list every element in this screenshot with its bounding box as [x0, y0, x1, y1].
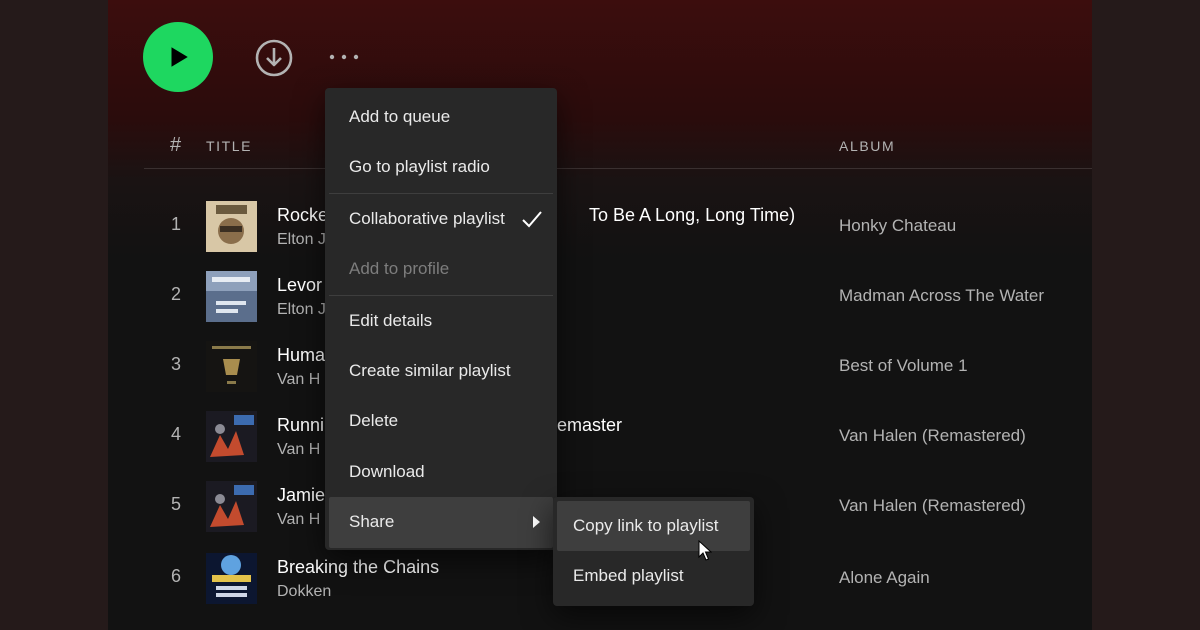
track-artist[interactable]: Van H: [277, 441, 320, 459]
table-row[interactable]: 2 Levor Elton J Madman Across The Water: [144, 262, 1092, 332]
play-button[interactable]: [143, 22, 213, 92]
menu-item-embed-playlist[interactable]: Embed playlist: [557, 551, 750, 601]
menu-item-download[interactable]: Download: [329, 447, 553, 497]
track-title[interactable]: Breaking the Chains: [277, 557, 439, 578]
table-row[interactable]: 3 Huma Van H Best of Volume 1: [144, 332, 1092, 402]
right-backdrop: [1092, 0, 1200, 630]
track-title[interactable]: Jamie: [277, 485, 325, 506]
play-icon: [171, 47, 188, 67]
track-number: 4: [170, 424, 181, 444]
track-album[interactable]: Madman Across The Water: [839, 286, 1044, 306]
download-button[interactable]: [254, 38, 294, 78]
track-title[interactable]: Rocke: [277, 205, 328, 226]
track-title-tail: To Be A Long, Long Time): [589, 205, 796, 225]
menu-item-collaborative-playlist[interactable]: Collaborative playlist: [329, 194, 553, 244]
tracklist-header: # TITLE ALBUM: [144, 134, 1092, 169]
album-art: [206, 481, 257, 532]
menu-item-add-to-queue[interactable]: Add to queue: [329, 92, 553, 142]
track-title[interactable]: Huma: [277, 345, 325, 366]
caret-right-icon: [531, 497, 541, 568]
track-album[interactable]: Alone Again: [839, 568, 930, 588]
album-column-header[interactable]: ALBUM: [839, 138, 895, 154]
menu-item-label: Share: [349, 512, 395, 532]
track-album[interactable]: Best of Volume 1: [839, 356, 968, 376]
track-artist[interactable]: Van H: [277, 511, 320, 529]
album-art: [206, 341, 257, 392]
track-title[interactable]: Runni: [277, 415, 324, 436]
mouse-cursor-icon: [698, 540, 712, 561]
track-number: 2: [170, 284, 181, 304]
menu-item-edit-details[interactable]: Edit details: [329, 296, 553, 346]
context-menu: Add to queue Go to playlist radio Collab…: [325, 88, 557, 550]
track-number: 6: [170, 566, 181, 586]
track-artist[interactable]: Elton J: [277, 301, 326, 319]
track-number: 1: [170, 214, 181, 234]
index-column-header: #: [170, 134, 182, 156]
track-album[interactable]: Van Halen (Remastered): [839, 496, 1026, 516]
menu-item-create-similar-playlist[interactable]: Create similar playlist: [329, 346, 553, 396]
table-row[interactable]: 1 Rocke To Be A Long, Long Time) Elton J…: [144, 192, 1092, 262]
track-album[interactable]: Van Halen (Remastered): [839, 426, 1026, 446]
track-artist[interactable]: Elton J: [277, 231, 326, 249]
menu-item-share[interactable]: Share: [329, 497, 553, 548]
track-title-tail: emaster: [557, 415, 623, 435]
track-album[interactable]: Honky Chateau: [839, 216, 956, 236]
title-column-header[interactable]: TITLE: [206, 138, 252, 154]
menu-item-add-to-profile: Add to profile: [349, 259, 450, 279]
track-title[interactable]: Levor: [277, 275, 322, 296]
menu-item-copy-link-to-playlist[interactable]: Copy link to playlist: [557, 501, 750, 551]
album-art: [206, 201, 257, 252]
album-art: [206, 553, 257, 604]
track-number: 3: [170, 354, 181, 374]
menu-item-go-to-playlist-radio[interactable]: Go to playlist radio: [329, 142, 553, 192]
album-art: [206, 411, 257, 462]
left-backdrop: [0, 0, 108, 630]
more-options-icon: [329, 54, 359, 60]
more-options-button[interactable]: [326, 44, 364, 70]
menu-item-label: Collaborative playlist: [349, 208, 505, 228]
track-artist[interactable]: Dokken: [277, 583, 331, 601]
track-artist[interactable]: Van H: [277, 371, 320, 389]
download-icon: [255, 39, 293, 77]
track-number: 5: [170, 494, 181, 514]
menu-item-delete[interactable]: Delete: [329, 396, 553, 446]
table-row[interactable]: 4 Runni emaster Van H Van Halen (Remaste…: [144, 402, 1092, 472]
share-submenu: Copy link to playlist Embed playlist: [553, 497, 754, 606]
album-art: [206, 271, 257, 322]
